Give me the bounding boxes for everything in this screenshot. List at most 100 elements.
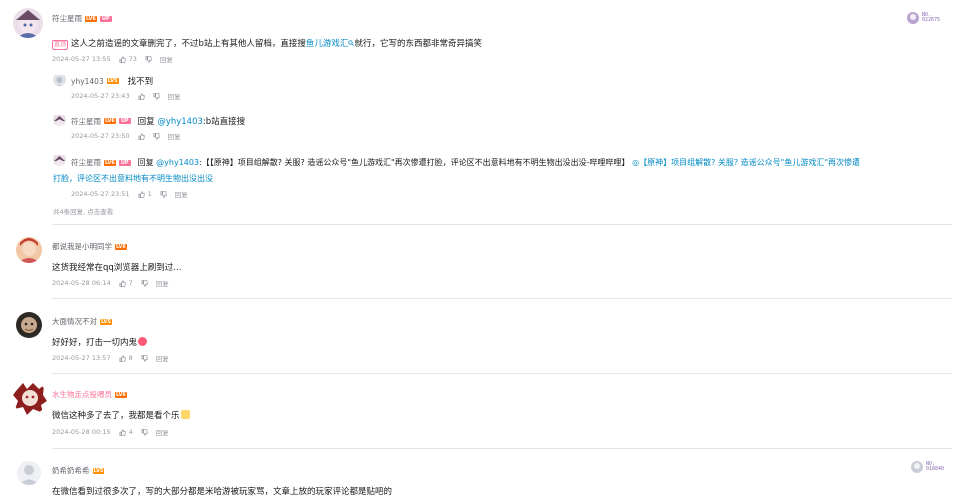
dislike-button[interactable] xyxy=(145,55,152,63)
username[interactable]: 符尘星雨 LV6 UP xyxy=(52,13,112,24)
comment-meta: 2024-05-27 13:57 8 回复 xyxy=(52,353,169,363)
thumb-up-icon xyxy=(138,92,145,100)
reply-button[interactable]: 回复 xyxy=(160,54,173,64)
username[interactable]: 都说我是小明同学 LV6 xyxy=(52,241,127,252)
thumb-up-icon xyxy=(119,279,126,287)
thumb-up-icon xyxy=(119,354,126,362)
reply-username[interactable]: 符尘星雨 LV6 UP 回复 @yhy1403:【【原神】项目组解散? 关服? 造谣… xyxy=(71,157,860,168)
reply-username[interactable]: 符尘星雨 LV6 UP 回复 @yhy1403:b站直接搜 xyxy=(71,115,245,128)
avatar[interactable] xyxy=(53,113,66,126)
comment-text: 这货我经常在qq浏览器上刷到过... xyxy=(52,263,182,273)
avatar[interactable] xyxy=(13,381,47,415)
dislike-button[interactable] xyxy=(160,190,167,198)
fan-badge-icon xyxy=(911,461,923,473)
comment-date: 2024-05-28 06:14 xyxy=(52,279,111,287)
reply-meta: 2024-05-27 23:43 回复 xyxy=(71,91,181,101)
reply-date: 2024-05-27 23:51 xyxy=(71,190,130,198)
avatar[interactable] xyxy=(16,237,42,263)
dislike-button[interactable] xyxy=(141,354,148,362)
video-link-continued[interactable]: 打脸，评论区不出意料地有不明生物出没出没 xyxy=(53,174,213,183)
comment-date: 2024-05-27 13:55 xyxy=(52,55,111,63)
level-badge: LV5 xyxy=(100,318,112,325)
reply-text: 找不到 xyxy=(127,77,154,87)
username-text[interactable]: 符尘星雨 xyxy=(52,13,82,24)
dislike-button[interactable] xyxy=(153,132,160,140)
dislike-button[interactable] xyxy=(141,279,148,287)
thumb-down-icon xyxy=(141,428,148,436)
avatar[interactable] xyxy=(13,8,43,38)
comment-meta: 2024-05-28 06:14 7 回复 xyxy=(52,278,169,288)
thumb-down-icon xyxy=(160,190,167,198)
like-button[interactable] xyxy=(138,92,145,100)
comment-meta: 2024-05-27 13:55 73 回复 xyxy=(52,54,173,64)
thumb-up-icon xyxy=(138,190,145,198)
reply-date: 2024-05-27 23:43 xyxy=(71,92,130,100)
avatar[interactable] xyxy=(17,461,41,485)
username[interactable]: 奶希奶希希 LV5 xyxy=(52,465,105,476)
comment-date: 2024-05-27 13:57 xyxy=(52,354,111,362)
fan-badge: NO. 018840 xyxy=(910,460,944,474)
like-button[interactable]: 7 xyxy=(119,279,133,287)
divider xyxy=(52,373,952,374)
like-button[interactable] xyxy=(138,132,145,140)
thumb-down-icon xyxy=(141,354,148,362)
avatar[interactable] xyxy=(16,312,42,338)
username[interactable]: 水生物走点投喂员 LV6 xyxy=(52,389,127,400)
username[interactable]: 大面情况不对 LV5 xyxy=(52,316,112,327)
level-badge: LV6 xyxy=(104,118,116,124)
thumb-up-icon xyxy=(119,428,126,436)
comment-date: 2024-05-28 00:15 xyxy=(52,428,111,436)
divider xyxy=(52,448,952,449)
view-more-replies[interactable]: 共4条回复, 点击查看 xyxy=(53,206,113,216)
reply-text-continued: 打脸，评论区不出意料地有不明生物出没出没 xyxy=(53,173,213,184)
level-badge: LV6 xyxy=(115,243,127,250)
mention-link[interactable]: @yhy1403 xyxy=(157,117,203,127)
thumb-up-icon xyxy=(138,132,145,140)
like-button[interactable]: 1 xyxy=(138,190,152,198)
thumb-down-icon xyxy=(145,55,152,63)
mention-link[interactable]: @yhy1403 xyxy=(156,158,199,167)
like-button[interactable]: 73 xyxy=(119,55,137,63)
reply-button[interactable]: 回复 xyxy=(156,353,169,363)
comment-meta: 2024-05-28 00:15 4 回复 xyxy=(52,427,169,437)
comment-text: 置顶 这人之前造谣的文章删完了，不过b站上有其他人留档，直接搜鱼儿游戏汇 就行，它写… xyxy=(52,39,482,50)
search-link[interactable]: 鱼儿游戏汇 xyxy=(306,39,349,49)
thumb-down-icon xyxy=(141,279,148,287)
badge-number: 018840 xyxy=(926,466,945,472)
level-badge: LV6 xyxy=(85,15,97,22)
avatar[interactable] xyxy=(53,73,66,86)
level-badge: LV5 xyxy=(106,78,119,84)
thumb-down-icon xyxy=(153,132,160,140)
like-button[interactable]: 4 xyxy=(119,428,133,436)
badge-number: 022675 xyxy=(922,17,941,23)
divider xyxy=(52,298,952,299)
reply-username[interactable]: yhy1403 LV5 找不到 xyxy=(71,75,154,88)
up-badge: UP xyxy=(99,15,112,22)
reply-button[interactable]: 回复 xyxy=(156,427,169,437)
reply-text: 回复 @yhy1403:【【原神】项目组解散? 关服? 造谣公众号"鱼儿游戏汇"… xyxy=(137,158,861,167)
angry-face-emoji xyxy=(138,337,148,346)
comment-text: 在微信看到过很多次了，写的大部分都是米哈游被玩家骂，文章上放的玩家评论都是贴吧的 xyxy=(52,487,393,497)
fan-badge: NO. 022675 xyxy=(906,11,940,25)
reply-date: 2024-05-27 23:50 xyxy=(71,132,130,140)
divider xyxy=(52,224,952,225)
avatar[interactable] xyxy=(53,153,66,166)
level-badge: LV6 xyxy=(104,159,116,166)
pinned-tag: 置顶 xyxy=(52,40,69,50)
like-button[interactable]: 8 xyxy=(119,354,133,362)
dislike-button[interactable] xyxy=(141,428,148,436)
comment-text: 好好好，打击一切内鬼 xyxy=(52,336,148,348)
video-link[interactable]: ◎【原神】项目组解散? 关服? 造谣公众号"鱼儿游戏汇"再次惨遭 xyxy=(632,158,860,167)
comment-text: 微信这种多了去了，我都是看个乐 xyxy=(52,409,190,421)
reply-button[interactable]: 回复 xyxy=(168,131,181,141)
reply-meta: 2024-05-27 23:50 回复 xyxy=(71,131,181,141)
thumb-up-icon xyxy=(119,55,126,63)
reply-button[interactable]: 回复 xyxy=(168,91,181,101)
up-badge: UP xyxy=(118,159,131,166)
reply-meta: 2024-05-27 23:51 1 回复 xyxy=(71,189,188,199)
dislike-button[interactable] xyxy=(153,92,160,100)
reply-button[interactable]: 回复 xyxy=(175,189,188,199)
cat-face-emoji xyxy=(180,410,190,419)
level-badge: LV5 xyxy=(92,467,105,474)
reply-button[interactable]: 回复 xyxy=(156,278,169,288)
